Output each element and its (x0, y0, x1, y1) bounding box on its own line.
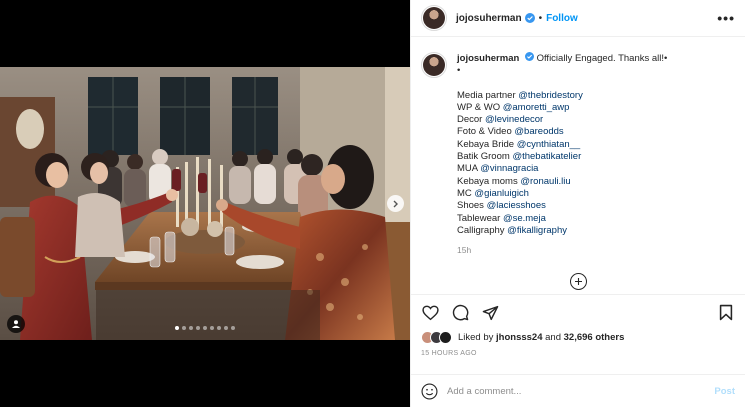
heart-icon (421, 305, 439, 320)
credit-label: MUA (457, 163, 478, 175)
carousel-dot (182, 326, 186, 330)
credit-line: Kebaya Bride @cynthiatan__ (457, 139, 722, 151)
credit-line: Media partner @thebridestory (457, 90, 722, 102)
credit-label: Shoes (457, 200, 484, 212)
liker-username[interactable]: jhonsss24 (496, 332, 542, 343)
instagram-post-view: jojosuherman • Follow ••• jojosuherman O… (0, 0, 745, 407)
likes-others-link[interactable]: 32,696 others (564, 332, 625, 343)
credit-line: MC @gianluigich (457, 188, 722, 200)
post-actions: Liked by jhonsss24 and 32,696 others 15 … (411, 294, 745, 357)
credit-label: WP & WO (457, 101, 501, 113)
avatar[interactable] (421, 52, 447, 78)
carousel-dot (224, 326, 228, 330)
more-options-icon[interactable]: ••• (717, 10, 735, 26)
action-bar (411, 295, 745, 330)
caption-body: jojosuherman Officially Engaged. Thanks … (457, 52, 722, 256)
credit-line: Shoes @laciesshoes (457, 200, 722, 212)
caption-dot: • (457, 65, 461, 77)
caption-section: jojosuherman Officially Engaged. Thanks … (411, 38, 745, 294)
comment-input[interactable] (447, 385, 715, 397)
credit-line: WP & WO @amoretti_awp (457, 102, 722, 114)
caption-username[interactable]: jojosuherman (457, 53, 519, 64)
credit-label: Kebaya Bride (457, 138, 515, 150)
caption-age: 15h (457, 245, 472, 256)
post-media (0, 0, 410, 407)
username-link[interactable]: jojosuherman (456, 13, 522, 24)
likes-prefix: Liked by (458, 331, 494, 343)
chevron-right-icon (393, 200, 398, 207)
credit-mention-link[interactable]: @bareodds (514, 126, 563, 137)
credit-mention-link[interactable]: @se.meja (503, 213, 546, 224)
carousel-dot (231, 326, 235, 330)
credit-label: Media partner (457, 89, 516, 101)
credit-mention-link[interactable]: @ronauli.liu (520, 176, 570, 187)
credit-label: Calligraphy (457, 224, 505, 236)
load-more-comments-button[interactable] (570, 273, 587, 290)
avatar[interactable] (439, 330, 452, 344)
carousel-dot (203, 326, 207, 330)
post-sidebar: jojosuherman • Follow ••• jojosuherman O… (410, 0, 745, 407)
credit-line: Kebaya moms @ronauli.liu (457, 176, 722, 188)
liker-avatars (421, 330, 452, 344)
post-photo (0, 67, 410, 340)
engagement-dinner-photo (0, 67, 410, 340)
likes-summary: Liked by jhonsss24 and 32,696 others (411, 330, 745, 344)
credit-line: Batik Groom @thebatikatelier (457, 151, 722, 163)
emoji-icon[interactable] (421, 382, 438, 400)
credit-mention-link[interactable]: @vinnagracia (480, 163, 538, 174)
post-header: jojosuherman • Follow ••• (411, 0, 745, 37)
credit-mention-link[interactable]: @levinedecor (485, 114, 543, 125)
tagged-users-button[interactable] (7, 315, 25, 333)
comment-bar: Post (411, 374, 745, 407)
credit-line: Calligraphy @fikalligraphy (457, 225, 722, 237)
follow-button[interactable]: Follow (546, 13, 578, 24)
credit-mention-link[interactable]: @fikalligraphy (507, 225, 567, 236)
carousel-dot (210, 326, 214, 330)
save-button[interactable] (717, 304, 735, 322)
comment-icon (452, 304, 468, 321)
credit-label: Decor (457, 114, 483, 126)
carousel-dot (189, 326, 193, 330)
carousel-indicator (0, 326, 410, 330)
share-button[interactable] (481, 304, 499, 322)
credit-label: Tablewear (457, 212, 501, 224)
credit-label: Foto & Video (457, 126, 512, 138)
credit-line: Decor @levinedecor (457, 114, 722, 126)
plus-circle-icon (575, 278, 582, 285)
like-button[interactable] (421, 304, 439, 322)
credit-line: MUA @vinnagracia (457, 163, 722, 175)
credit-label: MC (457, 187, 472, 199)
next-slide-button[interactable] (387, 195, 404, 212)
save-icon (719, 304, 733, 321)
carousel-dot (175, 326, 179, 330)
carousel-dot (196, 326, 200, 330)
credit-mention-link[interactable]: @gianluigich (474, 188, 529, 199)
credit-mention-link[interactable]: @thebatikatelier (512, 151, 581, 162)
post-comment-button[interactable]: Post (714, 386, 735, 397)
carousel-dot (217, 326, 221, 330)
credit-mention-link[interactable]: @cynthiatan__ (517, 139, 581, 150)
credit-line: Foto & Video @bareodds (457, 126, 722, 138)
header-separator: • (538, 12, 543, 24)
credit-label: Kebaya moms (457, 175, 518, 187)
credit-label: Batik Groom (457, 151, 510, 163)
credit-mention-link[interactable]: @laciesshoes (487, 200, 546, 211)
credits-list: Media partner @thebridestory WP & WO @amo… (457, 90, 722, 238)
caption-text: Officially Engaged. Thanks all!• (536, 53, 668, 64)
share-icon (482, 305, 498, 320)
credit-line: Tablewear @se.meja (457, 213, 722, 225)
verified-badge-icon (524, 13, 535, 23)
credit-mention-link[interactable]: @amoretti_awp (503, 102, 570, 113)
comment-button[interactable] (451, 304, 469, 322)
post-timestamp: 15 HOURS AGO (421, 350, 477, 357)
credit-mention-link[interactable]: @thebridestory (518, 90, 583, 101)
caption-row: jojosuherman Officially Engaged. Thanks … (421, 52, 735, 256)
avatar[interactable] (421, 5, 447, 31)
verified-badge-icon (524, 52, 534, 61)
likes-connector: and (545, 331, 561, 343)
